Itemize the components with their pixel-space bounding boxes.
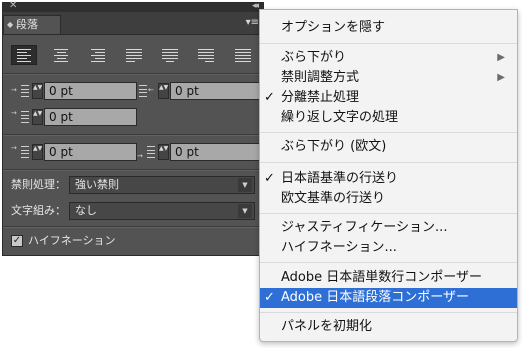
- kinsoku-label: 禁則処理：: [11, 178, 66, 191]
- menu-separator: [260, 162, 517, 163]
- submenu-arrow-icon: ▶: [497, 72, 505, 83]
- tab-paragraph[interactable]: ◆ 段落: [3, 15, 61, 34]
- space-after-field[interactable]: 0 pt: [170, 143, 263, 161]
- menu-item-single-line-composer[interactable]: Adobe 日本語単数行コンポーザー: [260, 268, 517, 288]
- first-line-indent-row: → ▲▼ 0 pt: [11, 108, 137, 126]
- divider: [3, 169, 263, 171]
- chevron-down-icon: ▼: [238, 178, 252, 192]
- space-before-row: → ▲▼ 0 pt: [11, 143, 137, 161]
- menu-item-hide-options[interactable]: オプションを隠す: [260, 18, 517, 38]
- submenu-arrow-icon: ▶: [497, 52, 505, 63]
- alignment-buttons: [11, 45, 257, 65]
- panel-menu-icon[interactable]: ▾≡: [246, 16, 259, 30]
- menu-item-bunri-kinshi[interactable]: ✓ 分離禁止処理: [260, 88, 517, 108]
- mojikumi-dropdown[interactable]: なし ▼: [69, 202, 255, 220]
- collapse-icon[interactable]: ◂◂: [252, 0, 259, 12]
- left-indent-icon: →: [11, 83, 31, 99]
- menu-item-kinsoku-method[interactable]: 禁則調整方式 ▶: [260, 68, 517, 88]
- mojikumi-label: 文字組み：: [11, 204, 66, 217]
- right-indent-row: ← ▲▼ 0 pt: [137, 82, 263, 100]
- align-center-button[interactable]: [48, 45, 74, 65]
- menu-item-hyphenation[interactable]: ハイフネーション...: [260, 238, 517, 258]
- mojikumi-value: なし: [75, 204, 97, 217]
- menu-separator: [260, 43, 517, 44]
- right-indent-stepper[interactable]: ▲▼: [158, 83, 169, 99]
- menu-separator: [260, 213, 517, 214]
- menu-separator: [260, 132, 517, 133]
- space-before-field[interactable]: 0 pt: [44, 143, 137, 161]
- kinsoku-dropdown[interactable]: 強い禁則 ▼: [69, 176, 255, 194]
- first-line-indent-field[interactable]: 0 pt: [44, 108, 137, 126]
- kinsoku-value: 強い禁則: [75, 178, 119, 191]
- panel-titlebar: ✕ ◂◂: [3, 0, 263, 12]
- menu-separator: [260, 262, 517, 263]
- divider: [3, 134, 263, 136]
- right-indent-field[interactable]: 0 pt: [170, 82, 263, 100]
- menu-item-paragraph-composer[interactable]: ✓ Adobe 日本語段落コンポーザー: [260, 288, 517, 308]
- space-before-stepper[interactable]: ▲▼: [32, 144, 43, 160]
- checkmark-icon: ✓: [264, 90, 275, 105]
- chevron-down-icon: ▼: [238, 204, 252, 218]
- space-after-stepper[interactable]: ▲▼: [158, 144, 169, 160]
- first-line-indent-stepper[interactable]: ▲▼: [32, 109, 43, 125]
- right-indent-icon: ←: [137, 83, 157, 99]
- space-after-icon: →: [137, 144, 157, 160]
- menu-item-burasagari[interactable]: ぶら下がり ▶: [260, 48, 517, 68]
- checkmark-icon: ✓: [264, 171, 275, 186]
- hyphenation-checkbox[interactable]: ✓: [11, 235, 23, 247]
- paragraph-panel: ✕ ◂◂ ◆ 段落 ▾≡ → ▲▼ 0 pt ← ▲▼ 0 pt → ▲▼ 0 …: [2, 0, 264, 256]
- space-after-row: → ▲▼ 0 pt: [137, 143, 263, 161]
- menu-item-roman-hanging[interactable]: ぶら下がり (欧文): [260, 137, 517, 157]
- tab-expand-icon: ◆: [7, 20, 14, 29]
- justify-center-button[interactable]: [157, 45, 183, 65]
- checkmark-icon: ✓: [264, 290, 275, 305]
- justify-right-button[interactable]: [193, 45, 219, 65]
- justify-left-button[interactable]: [121, 45, 147, 65]
- divider: [3, 73, 263, 75]
- space-before-icon: →: [11, 144, 31, 160]
- align-right-button[interactable]: [84, 45, 110, 65]
- left-indent-row: → ▲▼ 0 pt: [11, 82, 137, 100]
- left-indent-stepper[interactable]: ▲▼: [32, 83, 43, 99]
- menu-item-reset-panel[interactable]: パネルを初期化: [260, 317, 517, 337]
- menu-separator: [260, 312, 517, 313]
- tab-bar: ◆ 段落 ▾≡: [3, 12, 263, 35]
- align-left-button[interactable]: [11, 45, 37, 65]
- menu-item-roman-leading[interactable]: 欧文基準の行送り: [260, 189, 517, 209]
- divider: [3, 226, 263, 228]
- left-indent-field[interactable]: 0 pt: [44, 82, 137, 100]
- close-icon[interactable]: ✕: [9, 0, 17, 12]
- first-line-indent-icon: →: [11, 109, 31, 125]
- hyphenation-label: ハイフネーション: [28, 234, 116, 247]
- tab-label: 段落: [16, 18, 38, 31]
- menu-item-justification[interactable]: ジャスティフィケーション...: [260, 218, 517, 238]
- menu-item-japanese-leading[interactable]: ✓ 日本語基準の行送り: [260, 169, 517, 189]
- menu-item-repeat-chars[interactable]: 繰り返し文字の処理: [260, 108, 517, 128]
- panel-flyout-menu: オプションを隠す ぶら下がり ▶ 禁則調整方式 ▶ ✓ 分離禁止処理 繰り返し文…: [259, 9, 518, 342]
- justify-all-button[interactable]: [230, 45, 256, 65]
